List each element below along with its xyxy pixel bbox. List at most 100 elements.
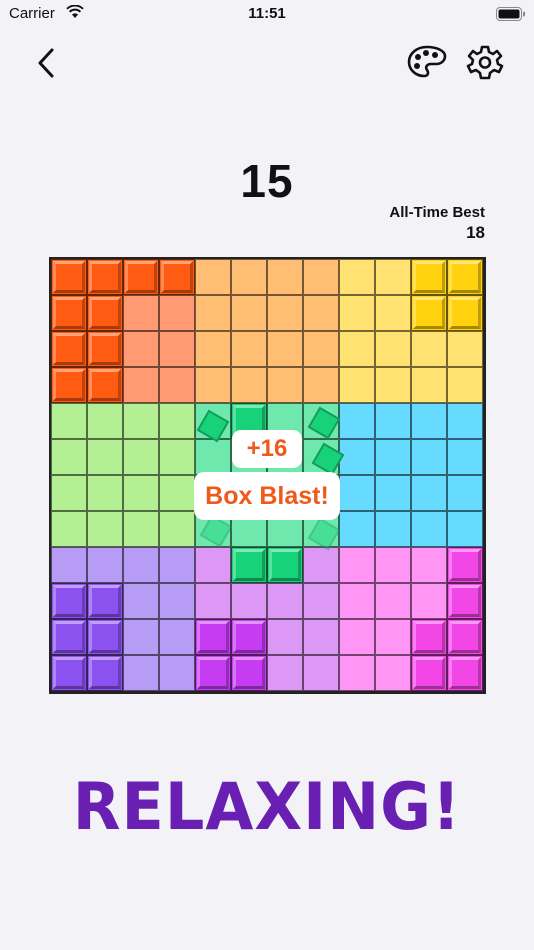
board-cell (339, 403, 375, 439)
board-cell (87, 439, 123, 475)
board-cell (303, 295, 339, 331)
board-cell (231, 259, 267, 295)
board-cell (87, 547, 123, 583)
board-cell (195, 259, 231, 295)
board-block (231, 547, 267, 583)
board-cell (231, 295, 267, 331)
board-cell (375, 259, 411, 295)
board-cell (375, 403, 411, 439)
board-cell (195, 295, 231, 331)
board-cell (303, 655, 339, 691)
board-block (51, 619, 87, 655)
board-cell (123, 403, 159, 439)
board-cell (303, 547, 339, 583)
board-block (87, 331, 123, 367)
board-cell (447, 511, 483, 547)
board-block (411, 655, 447, 691)
board-cell (447, 367, 483, 403)
board-cell (375, 619, 411, 655)
board-cell (159, 547, 195, 583)
gear-icon (466, 45, 504, 80)
board-cell (159, 439, 195, 475)
board-cell (195, 547, 231, 583)
board-cell (447, 403, 483, 439)
board-block (87, 619, 123, 655)
board-cell (339, 475, 375, 511)
board-cell (339, 367, 375, 403)
board-cell (123, 547, 159, 583)
palette-button[interactable] (406, 42, 448, 82)
board-block (87, 655, 123, 691)
board-cell (51, 475, 87, 511)
board-cell (375, 295, 411, 331)
board-cell (375, 655, 411, 691)
board-block (87, 295, 123, 331)
board-cell (159, 295, 195, 331)
board-cell (159, 403, 195, 439)
board-block (195, 619, 231, 655)
board-cell (411, 331, 447, 367)
settings-button[interactable] (464, 42, 506, 82)
board-cell (267, 619, 303, 655)
board-block (51, 331, 87, 367)
board-cell (159, 655, 195, 691)
board-cell (339, 655, 375, 691)
board-cell (123, 331, 159, 367)
board-cell (159, 511, 195, 547)
board-cell (303, 583, 339, 619)
board-cell (375, 511, 411, 547)
tagline: RELAXING! (72, 768, 462, 845)
board-cell (123, 439, 159, 475)
current-score: 15 (240, 155, 294, 207)
board-block (411, 259, 447, 295)
board-cell (123, 475, 159, 511)
board-cell (195, 331, 231, 367)
board-block (447, 583, 483, 619)
board-block (51, 295, 87, 331)
board-cell (411, 583, 447, 619)
board-cell (267, 367, 303, 403)
back-button[interactable] (30, 44, 64, 82)
board-cell (303, 367, 339, 403)
board-block (447, 259, 483, 295)
board-cell (375, 331, 411, 367)
board-block (447, 655, 483, 691)
board-cell (231, 583, 267, 619)
board-cell (195, 583, 231, 619)
board-cell (411, 547, 447, 583)
board-cell (123, 367, 159, 403)
board-block (231, 655, 267, 691)
board-cell (51, 547, 87, 583)
board-cell (339, 583, 375, 619)
board-cell (159, 583, 195, 619)
board-cell (375, 367, 411, 403)
board-cell (123, 619, 159, 655)
board-block (411, 619, 447, 655)
board-block (51, 367, 87, 403)
board-cell (447, 439, 483, 475)
board-cell (339, 259, 375, 295)
board-cell (339, 439, 375, 475)
board-cell (303, 331, 339, 367)
board-cell (123, 655, 159, 691)
board-cell (195, 367, 231, 403)
board-cell (159, 331, 195, 367)
board-cell (267, 331, 303, 367)
board-cell (303, 619, 339, 655)
board-block (51, 583, 87, 619)
board-cell (159, 367, 195, 403)
board-block (267, 547, 303, 583)
board-cell (339, 511, 375, 547)
board-cell (51, 403, 87, 439)
board-cell (411, 403, 447, 439)
board-cell (87, 403, 123, 439)
board-cell (231, 331, 267, 367)
board-block (447, 547, 483, 583)
board-cell (159, 475, 195, 511)
board-cell (411, 475, 447, 511)
board-block (159, 259, 195, 295)
board-cell (303, 259, 339, 295)
chevron-left-icon (38, 48, 54, 78)
board-cell (411, 367, 447, 403)
combo-points-popup: +16 (232, 430, 302, 468)
